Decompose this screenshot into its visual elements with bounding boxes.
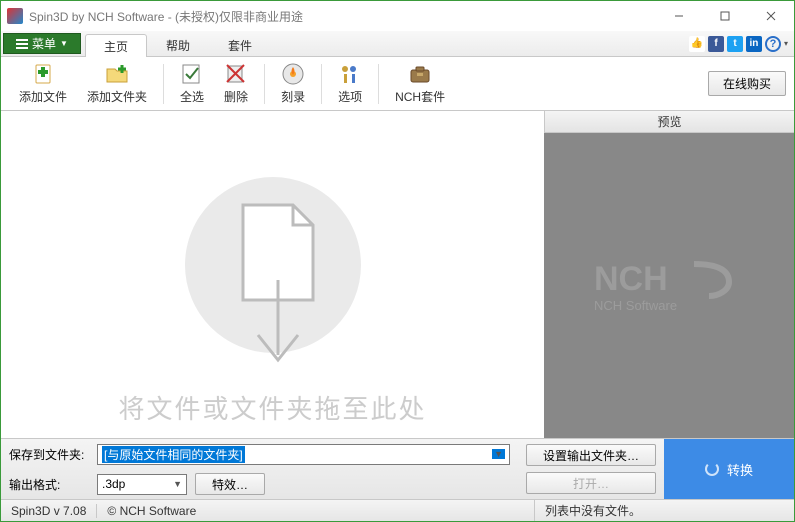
chevron-down-icon: ▼ — [492, 449, 505, 459]
add-file-label: 添加文件 — [19, 88, 67, 105]
tab-home[interactable]: 主页 — [85, 34, 147, 57]
toolbar-separator — [321, 64, 322, 104]
set-output-folder-button[interactable]: 设置输出文件夹… — [526, 444, 656, 466]
options-label: 选项 — [338, 88, 362, 105]
svg-text:NCH: NCH — [594, 260, 668, 298]
facebook-icon[interactable]: f — [708, 36, 724, 52]
convert-label: 转换 — [727, 460, 753, 479]
delete-button[interactable]: 删除 — [214, 57, 258, 110]
status-right: 列表中没有文件。 — [534, 500, 794, 521]
maximize-button[interactable] — [702, 1, 748, 31]
dropdown-small-icon[interactable]: ▾ — [784, 39, 788, 48]
tab-suite[interactable]: 套件 — [209, 33, 271, 56]
bottom-left: 保存到文件夹: [与原始文件相同的文件夹] ▼ 输出格式: .3dp ▼ 特效… — [1, 439, 518, 499]
status-version: Spin3D v 7.08 — [1, 504, 96, 518]
like-icon[interactable]: 👍 — [689, 36, 705, 52]
delete-icon — [224, 62, 248, 86]
close-button[interactable] — [748, 1, 794, 31]
titlebar: Spin3D by NCH Software - (未授权)仅限非商业用途 — [1, 1, 794, 31]
online-buy-button[interactable]: 在线购买 — [708, 71, 786, 96]
bottom-mid: 设置输出文件夹… 打开… — [518, 439, 664, 499]
menubar-right: 👍 f t in ? ▾ — [689, 31, 794, 56]
add-folder-button[interactable]: 添加文件夹 — [77, 57, 157, 110]
output-format-row: 输出格式: .3dp ▼ 特效… — [1, 469, 518, 499]
preview-header: 预览 — [544, 111, 794, 133]
burn-button[interactable]: 刻录 — [271, 57, 315, 110]
main-menu-button[interactable]: 菜单 ▼ — [3, 33, 81, 54]
workarea: 将文件或文件夹拖至此处 预览 NCH NCH Software — [1, 111, 794, 438]
help-icon[interactable]: ? — [765, 36, 781, 52]
svg-text:NCH Software: NCH Software — [594, 298, 677, 313]
suite-icon — [408, 62, 432, 86]
output-format-label: 输出格式: — [9, 476, 89, 493]
nch-suite-button[interactable]: NCH套件 — [385, 57, 455, 110]
chevron-down-icon: ▼ — [173, 479, 182, 489]
output-format-value: .3dp — [102, 477, 125, 491]
toolbar-separator — [378, 64, 379, 104]
statusbar: Spin3D v 7.08 © NCH Software 列表中没有文件。 — [1, 499, 794, 521]
select-all-icon — [180, 62, 204, 86]
preview-panel: 预览 NCH NCH Software — [544, 111, 794, 438]
output-format-combo[interactable]: .3dp ▼ — [97, 474, 187, 495]
nch-logo: NCH NCH Software — [594, 256, 744, 316]
add-file-icon — [31, 62, 55, 86]
window-controls — [656, 1, 794, 31]
convert-icon — [705, 462, 719, 476]
select-all-button[interactable]: 全选 — [170, 57, 214, 110]
app-icon — [7, 8, 23, 24]
dropdown-icon: ▼ — [60, 39, 68, 48]
save-to-label: 保存到文件夹: — [9, 446, 89, 463]
options-button[interactable]: 选项 — [328, 57, 372, 110]
bottom-panel: 保存到文件夹: [与原始文件相同的文件夹] ▼ 输出格式: .3dp ▼ 特效…… — [1, 438, 794, 499]
select-all-label: 全选 — [180, 88, 204, 105]
convert-button[interactable]: 转换 — [664, 439, 794, 499]
add-folder-icon — [105, 62, 129, 86]
options-icon — [338, 62, 362, 86]
burger-icon — [16, 43, 28, 45]
status-copyright: © NCH Software — [97, 504, 206, 518]
minimize-button[interactable] — [656, 1, 702, 31]
drop-placeholder-icon — [183, 170, 363, 380]
preview-body: NCH NCH Software — [544, 133, 794, 438]
add-file-button[interactable]: 添加文件 — [9, 57, 77, 110]
burn-icon — [281, 62, 305, 86]
menubar: 菜单 ▼ 主页 帮助 套件 👍 f t in ? ▾ — [1, 31, 794, 57]
twitter-icon[interactable]: t — [727, 36, 743, 52]
burn-label: 刻录 — [281, 88, 305, 105]
add-folder-label: 添加文件夹 — [87, 88, 147, 105]
drop-hint: 将文件或文件夹拖至此处 — [118, 389, 426, 426]
window-title: Spin3D by NCH Software - (未授权)仅限非商业用途 — [29, 8, 303, 25]
save-to-value: [与原始文件相同的文件夹] — [102, 446, 245, 463]
save-to-row: 保存到文件夹: [与原始文件相同的文件夹] ▼ — [1, 439, 518, 469]
toolbar-separator — [163, 64, 164, 104]
delete-label: 删除 — [224, 88, 248, 105]
nch-suite-label: NCH套件 — [395, 88, 445, 105]
open-button[interactable]: 打开… — [526, 472, 656, 494]
linkedin-icon[interactable]: in — [746, 36, 762, 52]
save-to-combo[interactable]: [与原始文件相同的文件夹] ▼ — [97, 444, 510, 465]
menu-label: 菜单 — [32, 35, 56, 52]
tab-help[interactable]: 帮助 — [147, 33, 209, 56]
toolbar-separator — [264, 64, 265, 104]
effects-button[interactable]: 特效… — [195, 473, 265, 495]
drop-zone[interactable]: 将文件或文件夹拖至此处 — [1, 111, 544, 438]
toolbar: 添加文件 添加文件夹 全选 删除 刻录 选项 NCH套件 在线购买 — [1, 57, 794, 111]
